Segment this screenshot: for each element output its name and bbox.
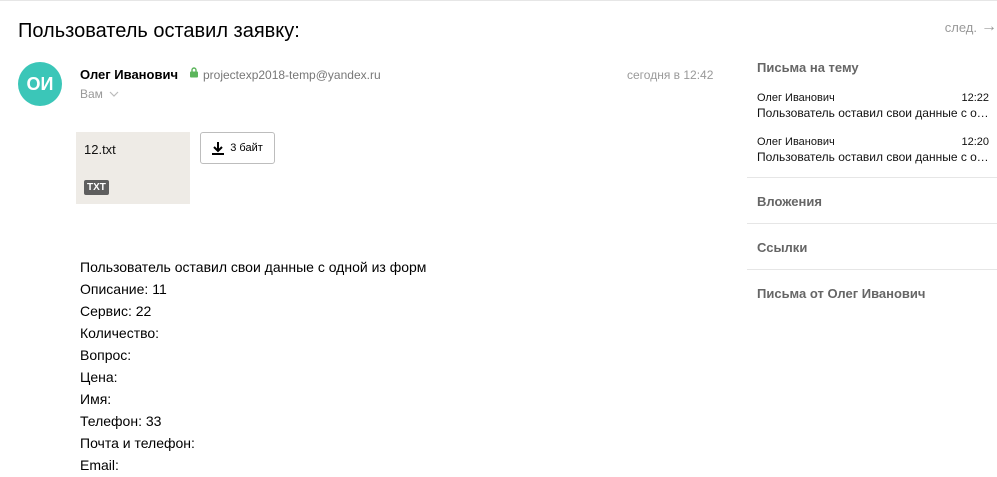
thread-item[interactable]: Олег Иванович 12:22 Пользователь оставил… xyxy=(757,92,989,120)
thread-item-time: 12:22 xyxy=(961,92,989,104)
next-label: след. xyxy=(944,19,977,35)
attachment-filename: 12.txt xyxy=(84,142,116,157)
to-label: Вам xyxy=(80,87,103,101)
attachments-section[interactable]: Вложения xyxy=(757,194,822,209)
top-divider xyxy=(0,0,997,5)
body-line: Количество: xyxy=(80,325,160,341)
body-line: Сервис: 22 xyxy=(80,303,152,319)
file-type-badge: TXT xyxy=(84,180,109,195)
attachment-card[interactable]: 12.txt TXT xyxy=(76,132,190,204)
lock-icon xyxy=(190,67,198,78)
thread-item-preview: Пользователь оставил свои данные с одной… xyxy=(757,106,989,120)
thread-item-sender: Олег Иванович xyxy=(757,136,835,148)
next-message-link[interactable]: след. → xyxy=(945,18,997,36)
body-line: Email: xyxy=(80,457,119,473)
sender-name[interactable]: Олег Иванович xyxy=(80,67,178,82)
message-subject: Пользователь оставил заявку: xyxy=(18,20,300,42)
thread-item-preview: Пользователь оставил свои данные с одной… xyxy=(757,150,989,164)
download-icon xyxy=(212,141,225,155)
body-line: Имя: xyxy=(80,391,112,407)
chevron-down-icon xyxy=(109,91,119,97)
download-button[interactable]: 3 байт xyxy=(200,132,275,164)
message-body: Пользователь оставил свои данные с одной… xyxy=(80,256,426,476)
divider xyxy=(747,177,997,178)
avatar[interactable]: ОИ xyxy=(18,62,62,106)
divider xyxy=(747,223,997,224)
sender-email[interactable]: projectexp2018-temp@yandex.ru xyxy=(203,68,381,82)
body-line: Телефон: 33 xyxy=(80,413,162,429)
links-section[interactable]: Ссылки xyxy=(757,240,807,255)
thread-item-time: 12:20 xyxy=(961,136,989,148)
recipients-toggle[interactable]: Вам xyxy=(80,87,119,101)
message-date: сегодня в 12:42 xyxy=(627,68,714,82)
body-line: Описание: 11 xyxy=(80,281,167,297)
thread-item[interactable]: Олег Иванович 12:20 Пользователь оставил… xyxy=(757,136,989,164)
from-sender-section[interactable]: Письма от Олег Иванович xyxy=(757,286,925,301)
body-line: Цена: xyxy=(80,369,118,385)
body-line: Почта и телефон: xyxy=(80,435,195,451)
attachment-size: 3 байт xyxy=(230,142,263,154)
body-line: Вопрос: xyxy=(80,347,132,363)
body-line: Пользователь оставил свои данные с одной… xyxy=(80,259,427,275)
thread-section-title[interactable]: Письма на тему xyxy=(757,60,859,75)
thread-item-sender: Олег Иванович xyxy=(757,92,835,104)
arrow-right-icon: → xyxy=(981,18,997,35)
divider xyxy=(747,269,997,270)
